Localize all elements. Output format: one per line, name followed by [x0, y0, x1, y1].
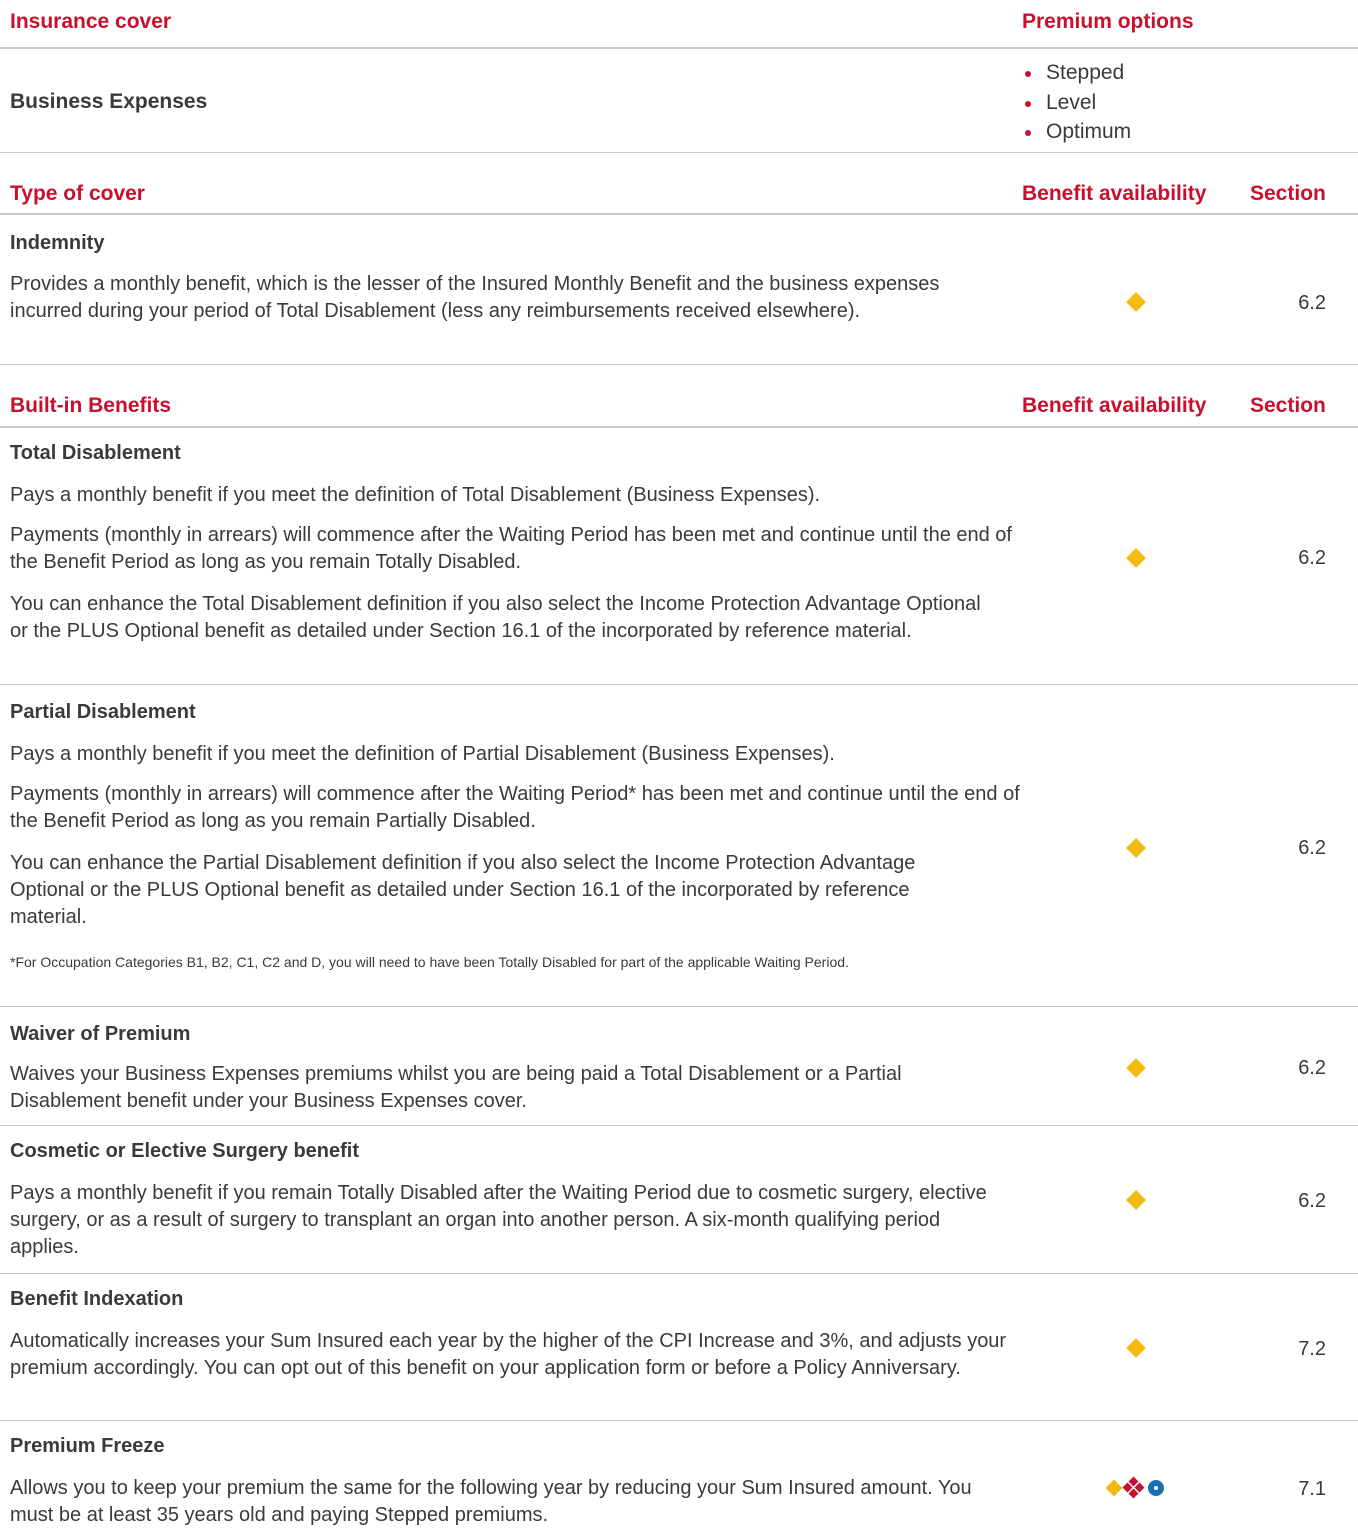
yellow-diamond-icon [1126, 838, 1146, 858]
row-benefit-indexation: Benefit Indexation Automatically increas… [0, 1274, 1358, 1421]
type-of-cover-header: Type of cover Benefit availability Secti… [0, 170, 1358, 215]
premium-options-list: Stepped Level Optimum [1022, 58, 1131, 147]
row-title: Cosmetic or Elective Surgery benefit [10, 1140, 360, 1162]
row-title: Premium Freeze [10, 1435, 165, 1457]
insurance-cover-header: Insurance cover Premium options [0, 0, 1358, 49]
benefits-table-page: Insurance cover Premium options Business… [0, 0, 1358, 1530]
row-premium-freeze: Premium Freeze Allows you to keep your p… [0, 1421, 1358, 1529]
row-title: Indemnity [10, 232, 105, 254]
row-title: Benefit Indexation [10, 1288, 184, 1310]
col-premium-options: Premium options [1022, 10, 1194, 33]
benefit-availability [1106, 291, 1166, 313]
benefit-availability [1106, 1057, 1166, 1079]
section-number: 6.2 [1298, 1190, 1326, 1212]
row-cosmetic-elective-surgery: Cosmetic or Elective Surgery benefit Pay… [0, 1126, 1358, 1274]
row-paragraph: Allows you to keep your premium the same… [10, 1477, 972, 1526]
row-paragraph: Payments (monthly in arrears) will comme… [10, 783, 1020, 832]
row-partial-disablement: Partial Disablement Pays a monthly benef… [0, 685, 1358, 1007]
row-indemnity: Indemnity Provides a monthly benefit, wh… [0, 216, 1358, 365]
section-number: 6.2 [1298, 837, 1326, 859]
yellow-diamond-icon [1126, 1058, 1146, 1078]
insurance-cover-row: Business Expenses [0, 49, 1358, 153]
row-footnote: *For Occupation Categories B1, B2, C1, C… [10, 954, 849, 970]
benefit-availability [1096, 1476, 1176, 1499]
col-section: Section [1250, 394, 1326, 417]
row-paragraph: Waives your Business Expenses premiums w… [10, 1063, 902, 1112]
section-number: 6.2 [1298, 292, 1326, 314]
benefit-availability [1106, 547, 1166, 569]
benefit-availability [1106, 837, 1166, 859]
benefit-availability [1106, 1189, 1166, 1211]
col-type-of-cover: Type of cover [10, 182, 145, 205]
yellow-diamond-icon [1126, 292, 1146, 312]
col-section: Section [1250, 182, 1326, 205]
col-benefit-availability: Benefit availability [1022, 394, 1207, 417]
col-built-in-benefits: Built-in Benefits [10, 394, 171, 417]
benefit-availability [1106, 1337, 1166, 1359]
section-number: 7.1 [1298, 1478, 1326, 1500]
yellow-diamond-icon [1126, 1190, 1146, 1210]
premium-option: Level [1022, 88, 1131, 118]
row-title: Waiver of Premium [10, 1023, 191, 1045]
section-number: 6.2 [1298, 547, 1326, 569]
premium-option: Stepped [1022, 58, 1131, 88]
built-in-benefits-header: Built-in Benefits Benefit availability S… [0, 382, 1358, 428]
row-paragraph: Automatically increases your Sum Insured… [10, 1330, 1007, 1379]
row-paragraph: You can enhance the Partial Disablement … [10, 852, 916, 928]
row-paragraph: You can enhance the Total Disablement de… [10, 593, 981, 642]
row-total-disablement: Total Disablement Pays a monthly benefit… [0, 428, 1358, 685]
section-number: 7.2 [1298, 1338, 1326, 1360]
cover-name: Business Expenses [10, 90, 208, 113]
yellow-diamond-icon [1126, 1338, 1146, 1358]
section-number: 6.2 [1298, 1057, 1326, 1079]
row-paragraph: Payments (monthly in arrears) will comme… [10, 524, 1012, 573]
col-benefit-availability: Benefit availability [1022, 182, 1207, 205]
yellow-diamond-icon [1126, 548, 1146, 568]
row-paragraph: Pays a monthly benefit if you meet the d… [10, 743, 835, 765]
red-diamond-cluster-icon [1122, 1476, 1145, 1499]
row-waiver-of-premium: Waiver of Premium Waives your Business E… [0, 1007, 1358, 1126]
row-paragraph: Pays a monthly benefit if you remain Tot… [10, 1182, 987, 1258]
row-title: Partial Disablement [10, 701, 196, 723]
col-insurance-cover: Insurance cover [10, 10, 172, 33]
row-paragraph: Provides a monthly benefit, which is the… [10, 273, 940, 322]
row-title: Total Disablement [10, 442, 181, 464]
blue-circle-icon [1148, 1480, 1164, 1496]
row-paragraph: Pays a monthly benefit if you meet the d… [10, 484, 821, 506]
yellow-diamond-icon [1105, 1479, 1123, 1497]
premium-option: Optimum [1022, 117, 1131, 147]
